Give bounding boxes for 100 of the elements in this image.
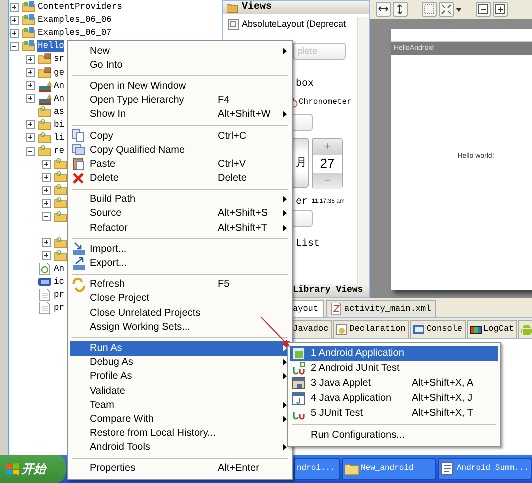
- menu-item[interactable]: Assign Working Sets...: [70, 320, 290, 334]
- submenu-item[interactable]: 1 Android Application: [290, 346, 498, 361]
- android-icon: [521, 324, 532, 336]
- menu-item[interactable]: Run As: [70, 341, 290, 356]
- menu-item[interactable]: Validate: [70, 384, 290, 398]
- project-folder-icon: [22, 27, 36, 40]
- tree-item[interactable]: sr: [53, 53, 65, 66]
- menu-item[interactable]: Go Into: [70, 58, 290, 72]
- toolbar-button[interactable]: [439, 2, 454, 17]
- expand-icon[interactable]: [10, 16, 19, 25]
- expand-icon[interactable]: [26, 133, 35, 142]
- tree-item[interactable]: re: [53, 145, 65, 158]
- toolbar-button[interactable]: [476, 2, 491, 17]
- expand-icon[interactable]: [26, 54, 35, 64]
- palette-item[interactable]: AbsoluteLayout (Deprecat: [242, 18, 346, 32]
- tree-item[interactable]: An: [53, 262, 65, 275]
- expand-icon[interactable]: [26, 81, 35, 90]
- menu-item[interactable]: Show In Alt+Shift+W: [70, 108, 290, 122]
- menu-item[interactable]: Debug As: [70, 356, 290, 370]
- toolbar-button[interactable]: [393, 2, 408, 17]
- submenu-item[interactable]: 3 Java Applet Alt+Shift+X, A: [290, 376, 498, 391]
- java-app-icon: [292, 392, 306, 406]
- widget-label[interactable]: box: [296, 77, 314, 92]
- tree-item[interactable]: An: [53, 80, 65, 92]
- expand-icon[interactable]: [10, 28, 19, 38]
- tree-item[interactable]: li: [53, 132, 65, 144]
- collapse-icon[interactable]: [42, 212, 51, 222]
- tree-item[interactable]: pr: [53, 302, 65, 314]
- collapse-icon[interactable]: [10, 42, 19, 51]
- submenu-item[interactable]: Run Configurations...: [290, 428, 498, 443]
- submenu-item[interactable]: 4 Java Application Alt+Shift+X, J: [290, 391, 498, 406]
- taskbar-button[interactable]: New_android: [342, 458, 436, 480]
- scrollbar[interactable]: [357, 17, 369, 285]
- tree-item[interactable]: pr: [53, 289, 65, 302]
- tree-item[interactable]: ic: [53, 276, 65, 288]
- declaration-icon: [336, 324, 348, 336]
- menu-item[interactable]: Copy Ctrl+C: [70, 128, 290, 144]
- windows-logo-icon: [6, 463, 19, 475]
- menu-item[interactable]: Copy Qualified Name: [70, 143, 290, 158]
- tree-item[interactable]: as: [53, 106, 65, 118]
- junit-icon: [292, 362, 306, 376]
- taskbar-button[interactable]: Android Summ...: [438, 458, 532, 480]
- tree-item[interactable]: ContentProviders: [37, 1, 122, 14]
- expand-icon[interactable]: [42, 198, 51, 208]
- menu-item[interactable]: Compare With: [70, 412, 290, 426]
- menu-item[interactable]: Restore from Local History...: [70, 426, 290, 441]
- menu-item[interactable]: Delete Delete: [70, 172, 290, 186]
- expand-icon[interactable]: [42, 160, 51, 169]
- expand-icon[interactable]: [42, 238, 51, 248]
- view-tab[interactable]: Declaration: [332, 320, 409, 338]
- menu-item[interactable]: Profile As: [70, 370, 290, 384]
- menu-item[interactable]: Import...: [70, 242, 290, 256]
- tree-item[interactable]: Examples_06_07: [37, 27, 112, 40]
- expand-icon[interactable]: [42, 172, 51, 182]
- submenu-item[interactable]: 2 Android JUnit Test: [290, 361, 498, 376]
- widget-label[interactable]: Chronometer: [299, 97, 352, 109]
- image-file-icon: [38, 276, 52, 288]
- expand-icon[interactable]: [42, 186, 51, 195]
- start-button[interactable]: 开始: [0, 455, 66, 483]
- taskbar-button[interactable]: ndroi...: [294, 458, 340, 480]
- expand-icon[interactable]: [26, 68, 35, 78]
- menu-item[interactable]: Team: [70, 398, 290, 412]
- submenu-item[interactable]: 5 JUnit Test Alt+Shift+X, T: [290, 406, 498, 421]
- toolbar-button[interactable]: [493, 2, 508, 17]
- tree-item[interactable]: Hello: [37, 40, 64, 52]
- collapse-icon[interactable]: [26, 146, 35, 156]
- menu-item[interactable]: Properties Alt+Enter: [70, 462, 290, 476]
- tree-item[interactable]: An: [53, 92, 65, 105]
- folder-icon: [227, 2, 239, 12]
- tree-item[interactable]: bi: [53, 118, 65, 131]
- delete-icon: [72, 172, 86, 186]
- editor-tab[interactable]: activity_main.xml: [326, 300, 436, 317]
- document-icon: [441, 462, 455, 476]
- package-folder-icon: [38, 53, 52, 66]
- view-tab[interactable]: Javadoc: [290, 320, 332, 338]
- menu-item[interactable]: New: [70, 44, 290, 58]
- tree-item[interactable]: ge: [53, 66, 65, 79]
- menu-item[interactable]: Android Tools: [70, 440, 290, 455]
- menu-item[interactable]: Open in New Window: [70, 79, 290, 94]
- menu-item[interactable]: Open Type Hierarchy F4: [70, 94, 290, 108]
- widget-label[interactable]: er: [296, 195, 308, 210]
- copy-icon: [72, 129, 86, 144]
- menu-item[interactable]: Source Alt+Shift+S: [70, 206, 290, 222]
- expand-icon[interactable]: [10, 2, 19, 12]
- view-tab[interactable]: Console: [410, 320, 466, 338]
- toolbar-button[interactable]: [376, 2, 391, 17]
- folder-icon: [54, 210, 68, 223]
- view-tab[interactable]: LogCat: [466, 320, 518, 338]
- submenu-arrow-icon: [283, 48, 287, 55]
- menu-item[interactable]: Build Path: [70, 192, 290, 207]
- menu-item[interactable]: Paste Ctrl+V: [70, 157, 290, 172]
- menu-item[interactable]: Close Unrelated Projects: [70, 306, 290, 320]
- expand-icon[interactable]: [26, 120, 35, 130]
- logcat-icon: [470, 324, 482, 336]
- widget-label[interactable]: List: [296, 237, 320, 252]
- menu-item[interactable]: Refactor Alt+Shift+T: [70, 221, 290, 236]
- tree-item[interactable]: Examples_06_06: [37, 14, 112, 26]
- menu-item[interactable]: Export...: [70, 256, 290, 271]
- expand-icon[interactable]: [26, 94, 35, 104]
- expand-icon[interactable]: [42, 251, 51, 260]
